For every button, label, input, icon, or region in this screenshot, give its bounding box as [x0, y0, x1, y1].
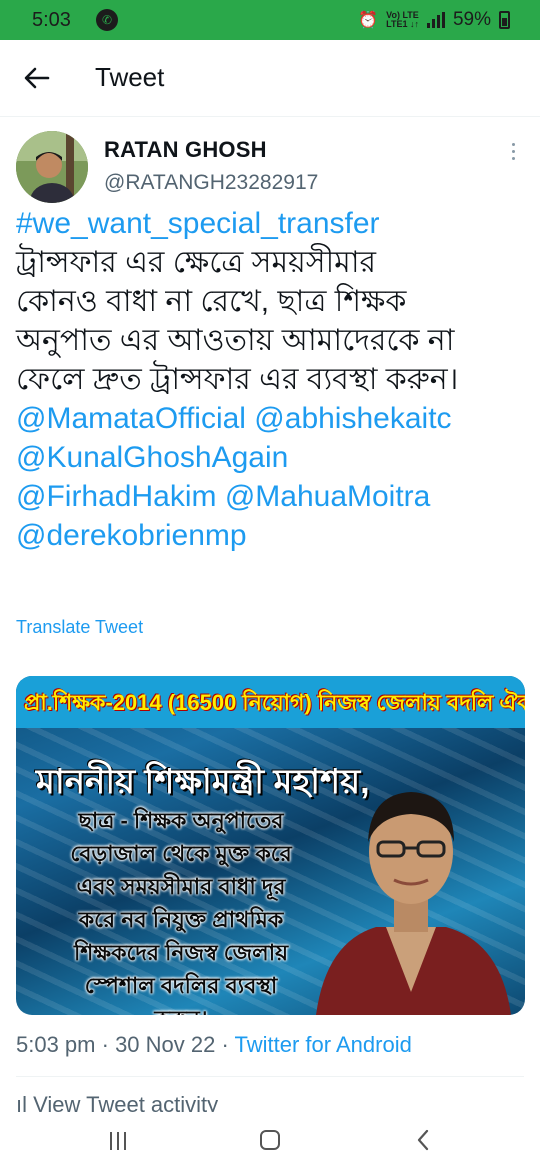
status-time: 5:03 [32, 9, 71, 31]
status-right: ⏰ Vo) LTE LTE1 ↓↑ 59% [358, 9, 510, 31]
network-indicator: Vo) LTE LTE1 ↓↑ [386, 10, 419, 29]
tweet-line: অনুপাত এর আওতায় আমাদেরকে না [16, 324, 455, 357]
tweet-image[interactable]: প্রা.শিক্ষক-2014 (16500 নিয়োগ) নিজস্ব জ… [16, 676, 525, 1015]
system-nav-bar [0, 1112, 540, 1170]
author-name[interactable]: RATAN GHOSH [104, 137, 267, 163]
page-title: Tweet [95, 62, 165, 92]
meta-separator: · [215, 1032, 235, 1057]
meta-separator: · [95, 1032, 116, 1057]
more-options-icon[interactable] [508, 143, 518, 165]
mention-links[interactable]: @KunalGhoshAgain [16, 438, 531, 477]
tweet-line: ফেলে দ্রুত ট্রান্সফার এর ব্যবস্থা করুন। [16, 363, 459, 396]
tweet-line: ট্রান্সফার এর ক্ষেত্রে সময়সীমার [16, 246, 377, 279]
app-header: Tweet [0, 40, 540, 117]
image-body-line: করুন। [26, 1002, 336, 1015]
tweet-source-link[interactable]: Twitter for Android [235, 1032, 412, 1057]
author-handle[interactable]: @RATANGH23282917 [104, 171, 318, 195]
home-icon[interactable] [260, 1130, 280, 1150]
mention-links[interactable]: @FirhadHakim @MahuaMoitra [16, 477, 531, 516]
status-bar: 5:03 ✆ ⏰ Vo) LTE LTE1 ↓↑ 59% [0, 0, 540, 40]
activity-label: View Tweet activity [33, 1092, 219, 1112]
battery-icon [499, 11, 510, 29]
view-tweet-activity-link[interactable]: ıl View Tweet activity [16, 1092, 218, 1112]
mention-links[interactable]: @derekobrienmp [16, 516, 531, 555]
image-banner: প্রা.শিক্ষক-2014 (16500 নিয়োগ) নিজস্ব জ… [16, 676, 525, 728]
alarm-icon: ⏰ [358, 12, 379, 29]
mention-links[interactable]: @MamataOfficial @abhishekaitc [16, 399, 531, 438]
analytics-icon: ıl [16, 1092, 34, 1112]
avatar[interactable] [16, 131, 88, 203]
image-body-line: শিক্ষকদের নিজস্ব জেলায় [73, 940, 289, 965]
tweet-line: কোনও বাধা না রেখে, ছাত্র শিক্ষক [16, 285, 407, 318]
image-banner-text: প্রা.শিক্ষক-2014 (16500 নিয়োগ) নিজস্ব জ… [24, 690, 525, 715]
tweet-meta: 5:03 pm · 30 Nov 22 · Twitter for Androi… [16, 1032, 412, 1058]
image-body: ছাত্র - শিক্ষক অনুপাতের বেড়াজাল থেকে মু… [26, 804, 336, 1015]
image-body-line: বেড়াজাল থেকে মুক্ত করে [70, 841, 292, 866]
nav-back-icon[interactable] [412, 1128, 436, 1152]
back-arrow-icon[interactable] [22, 63, 52, 93]
image-body-line: ছাত্র - শিক্ষক অনুপাতের [78, 808, 284, 833]
tweet-date: 30 Nov 22 [115, 1032, 216, 1057]
image-body-line: করে নব নিযুক্ত প্রাথমিক [78, 907, 284, 932]
hashtag-link[interactable]: #we_want_special_transfer [16, 204, 531, 243]
signal-icon [426, 12, 445, 28]
tweet-time: 5:03 pm [16, 1032, 96, 1057]
tweet-text: #we_want_special_transfer ট্রান্সফার এর … [16, 204, 531, 555]
whatsapp-icon: ✆ [96, 9, 118, 31]
translate-tweet-link[interactable]: Translate Tweet [16, 617, 143, 638]
battery-percent: 59% [452, 9, 491, 30]
image-body-line: এবং সময়সীমার বাধা দূর [76, 874, 286, 899]
recent-apps-icon[interactable] [110, 1132, 132, 1150]
divider [16, 1076, 524, 1077]
image-body-line: স্পেশাল বদলির ব্যবস্থা [84, 973, 278, 998]
